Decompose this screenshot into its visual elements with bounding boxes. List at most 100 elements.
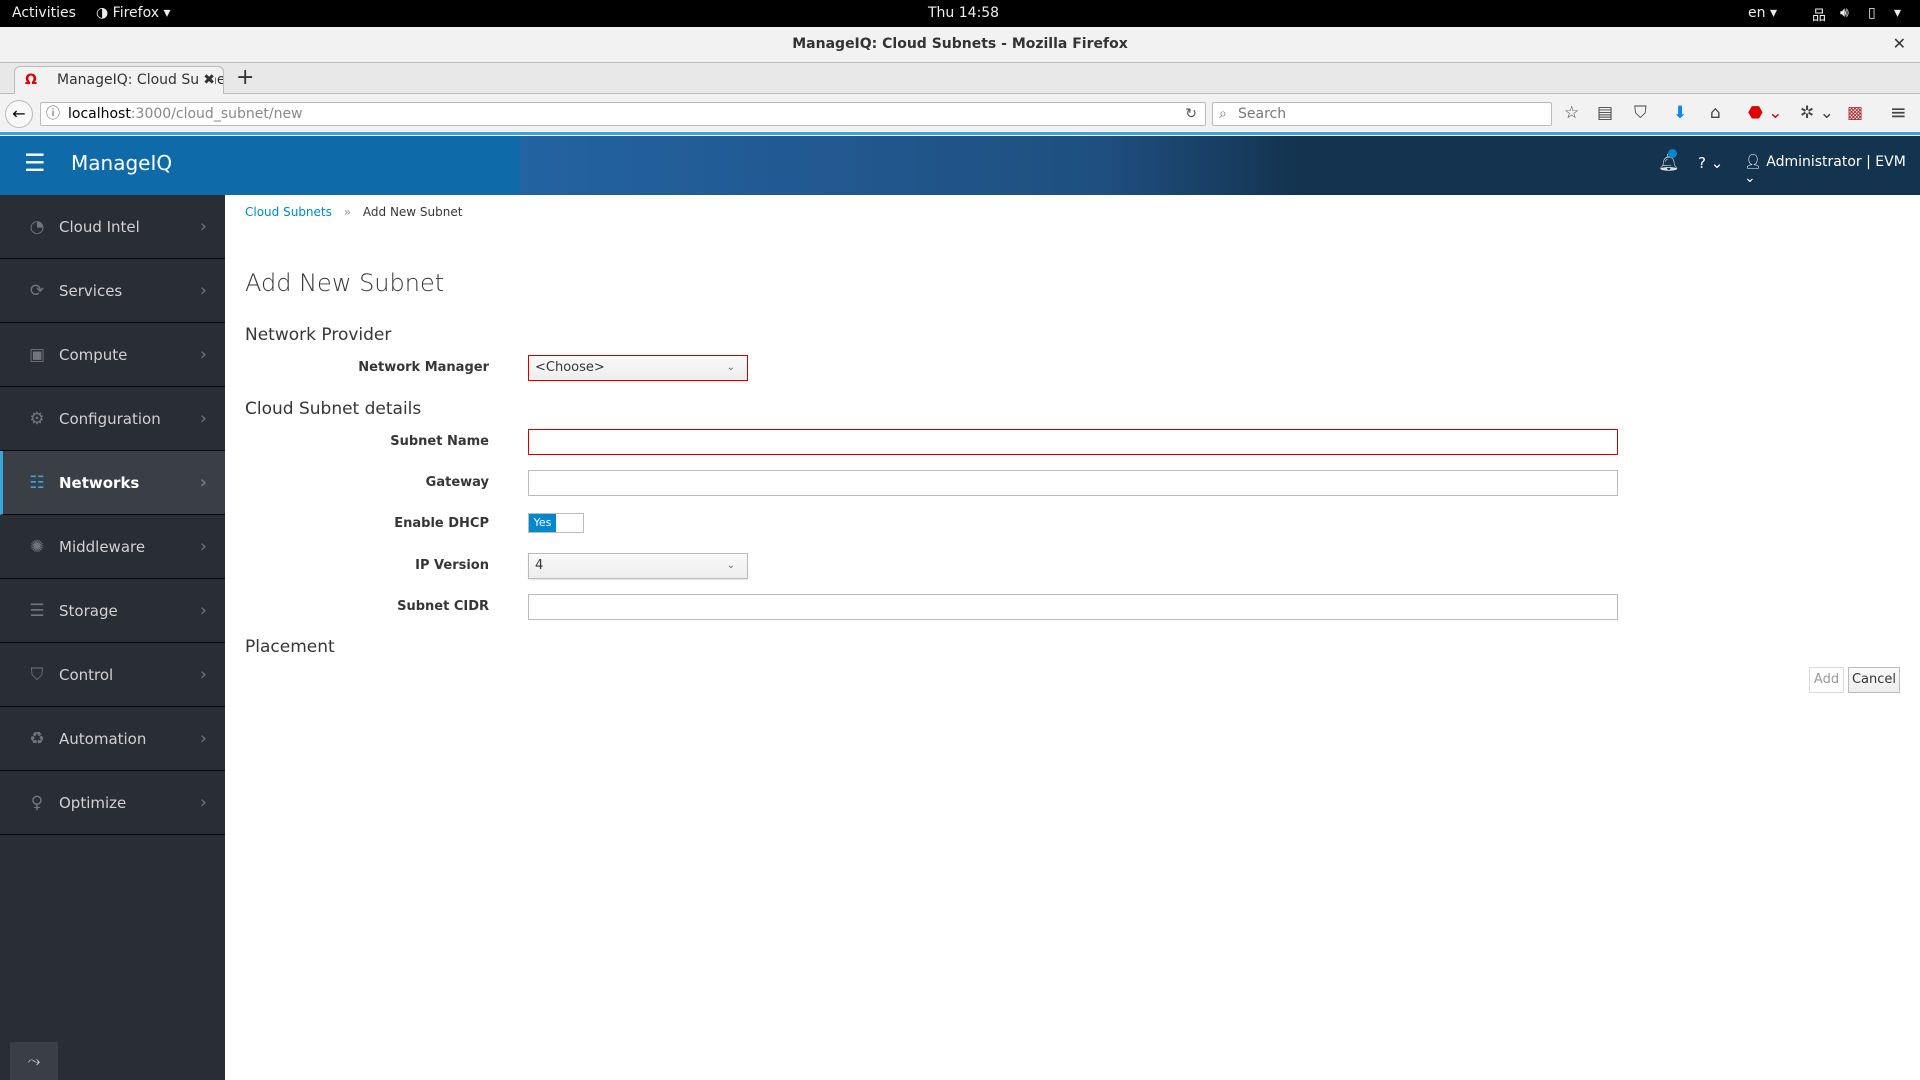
- url-host: localhost: [68, 106, 131, 122]
- reload-icon[interactable]: ↻: [1185, 103, 1197, 125]
- enable-dhcp-toggle[interactable]: Yes: [528, 513, 584, 533]
- section-placement: Placement: [245, 637, 335, 657]
- recycle-icon: ♻: [29, 728, 45, 749]
- bookmark-star-icon[interactable]: ☆: [1564, 103, 1579, 123]
- clock[interactable]: Thu 14:58: [928, 5, 999, 21]
- chevron-right-icon: ›: [199, 664, 207, 685]
- dashboard-icon: ◔: [29, 216, 45, 237]
- ip-version-select[interactable]: 4 ⌄: [528, 553, 748, 579]
- firefox-app-menu[interactable]: ◑ Firefox ▾: [96, 5, 171, 21]
- section-network-provider: Network Provider: [245, 325, 392, 345]
- cpu-icon: ▣: [28, 344, 46, 365]
- pocket-icon[interactable]: ⛉: [1634, 103, 1647, 123]
- volume-icon[interactable]: 🔊︎: [1840, 5, 1849, 21]
- extension-icon[interactable]: ✲ ⌄: [1800, 103, 1834, 123]
- brand-logo[interactable]: ManageIQ: [71, 151, 172, 175]
- breadcrumb-separator: »: [343, 205, 352, 219]
- back-button[interactable]: ←: [5, 100, 33, 128]
- sidebar-item-automation[interactable]: ♻ Automation ›: [0, 707, 225, 771]
- reading-list-icon[interactable]: ▤: [1597, 103, 1613, 123]
- sidebar-item-optimize[interactable]: ♀ Optimize ›: [0, 771, 225, 835]
- sidebar-item-networks[interactable]: ☷ Networks ›: [0, 451, 225, 515]
- manageiq-favicon-icon: Ω: [25, 72, 37, 88]
- sidebar-item-label: Middleware: [59, 537, 146, 556]
- chevron-right-icon: ›: [199, 536, 207, 557]
- sidebar-item-label: Services: [59, 281, 123, 300]
- browser-tab[interactable]: Ω ManageIQ: Cloud Subnets ✖: [14, 66, 224, 95]
- new-tab-button[interactable]: +: [236, 65, 254, 90]
- section-cloud-subnet-details: Cloud Subnet details: [245, 399, 422, 419]
- gateway-label: Gateway: [425, 475, 489, 490]
- chevron-down-icon: ⌄: [726, 560, 735, 571]
- breadcrumb-current: Add New Subnet: [362, 205, 463, 219]
- activities-button[interactable]: Activities: [12, 5, 76, 21]
- sidebar-item-label: Automation: [59, 729, 147, 748]
- chevron-right-icon: ›: [199, 792, 207, 813]
- sidebar-item-configuration[interactable]: ⚙ Configuration ›: [0, 387, 225, 451]
- network-icon[interactable]: 品: [1812, 5, 1826, 25]
- help-menu-icon[interactable]: ? ⌄: [1698, 154, 1723, 172]
- sidebar-item-services[interactable]: ⟳ Services ›: [0, 259, 225, 323]
- sidebar-item-storage[interactable]: ☰ Storage ›: [0, 579, 225, 643]
- url-bar[interactable]: ⓘ localhost:3000/cloud_subnet/new ↻: [40, 102, 1206, 126]
- sidebar: ◔ Cloud Intel › ⟳ Services › ▣ Compute › ⚙ Configu…: [0, 195, 225, 1080]
- subnet-name-label: Subnet Name: [390, 434, 489, 449]
- network-manager-label: Network Manager: [358, 360, 489, 375]
- sidebar-item-label: Compute: [59, 345, 128, 364]
- language-menu[interactable]: en ▾: [1748, 5, 1777, 21]
- adblock-icon[interactable]: ⬣ ⌄: [1748, 103, 1783, 123]
- site-info-icon[interactable]: ⓘ: [46, 103, 60, 125]
- database-icon: ☰: [29, 600, 45, 621]
- toggle-on-label: Yes: [529, 514, 556, 532]
- breadcrumb-cloud-subnets-link[interactable]: Cloud Subnets: [245, 205, 332, 219]
- network-manager-select[interactable]: <Choose> ⌄: [528, 355, 748, 381]
- chevron-right-icon: ›: [199, 472, 207, 493]
- sidebar-item-label: Control: [59, 665, 114, 684]
- network-manager-value: <Choose>: [535, 360, 605, 375]
- system-menu-chevron-icon[interactable]: ▾: [1894, 5, 1901, 21]
- home-icon[interactable]: ⌂: [1710, 103, 1721, 123]
- middleware-icon: ✺: [29, 536, 45, 557]
- chevron-right-icon: ›: [199, 728, 207, 749]
- notifications-bell-icon[interactable]: 🔔︎: [1658, 149, 1680, 173]
- enable-dhcp-label: Enable DHCP: [394, 516, 489, 531]
- sidebar-item-compute[interactable]: ▣ Compute ›: [0, 323, 225, 387]
- search-input[interactable]: ⌕ Search: [1212, 102, 1552, 126]
- chevron-right-icon: ›: [199, 408, 207, 429]
- url-path: :3000/cloud_subnet/new: [130, 106, 303, 122]
- window-title: ManageIQ: Cloud Subnets - Mozilla Firefo…: [792, 36, 1128, 52]
- user-icon: 👤︎: [1744, 154, 1762, 170]
- page-title: Add New Subnet: [245, 269, 445, 297]
- battery-icon[interactable]: ▯: [1868, 5, 1876, 21]
- sidebar-item-label: Storage: [59, 601, 118, 620]
- search-placeholder: Search: [1238, 106, 1287, 122]
- main-content: Cloud Subnets » Add New Subnet Add New S…: [225, 195, 1920, 1080]
- chevron-right-icon: ›: [199, 344, 207, 365]
- user-name: Administrator | EVM: [1766, 154, 1906, 170]
- ip-version-value: 4: [535, 558, 544, 573]
- menu-icon[interactable]: ≡: [1890, 100, 1907, 124]
- gateway-input[interactable]: [528, 470, 1618, 496]
- hamburger-menu-icon[interactable]: ☰: [24, 149, 46, 177]
- tab-bar: Ω ManageIQ: Cloud Subnets ✖ +: [0, 63, 1920, 95]
- cancel-button[interactable]: Cancel: [1848, 667, 1900, 693]
- sidebar-item-middleware[interactable]: ✺ Middleware ›: [0, 515, 225, 579]
- close-window-icon[interactable]: ✕: [1893, 27, 1906, 61]
- breadcrumb: Cloud Subnets » Add New Subnet: [245, 205, 462, 219]
- subnet-cidr-input[interactable]: [528, 594, 1618, 620]
- subnet-name-input[interactable]: [528, 429, 1618, 455]
- sidebar-item-cloud-intel[interactable]: ◔ Cloud Intel ›: [0, 195, 225, 259]
- collapse-sidebar-icon[interactable]: ⤳: [10, 1042, 58, 1080]
- subnet-cidr-label: Subnet CIDR: [397, 599, 489, 614]
- sidebar-item-label: Cloud Intel: [59, 217, 140, 236]
- chevron-down-icon: ⌄: [726, 362, 735, 373]
- chevron-right-icon: ›: [199, 280, 207, 301]
- sidebar-item-control[interactable]: ⛉ Control ›: [0, 643, 225, 707]
- download-icon[interactable]: ⬇: [1673, 103, 1687, 123]
- navigation-toolbar: ← ⓘ localhost:3000/cloud_subnet/new ↻ ⌕ …: [0, 94, 1920, 135]
- user-menu[interactable]: 👤︎ Administrator | EVM ⌄: [1744, 154, 1920, 186]
- addon-icon[interactable]: ▩: [1847, 103, 1863, 123]
- network-icon: ☷: [29, 472, 45, 493]
- add-button[interactable]: Add: [1809, 667, 1844, 693]
- close-tab-icon[interactable]: ✖: [199, 67, 215, 94]
